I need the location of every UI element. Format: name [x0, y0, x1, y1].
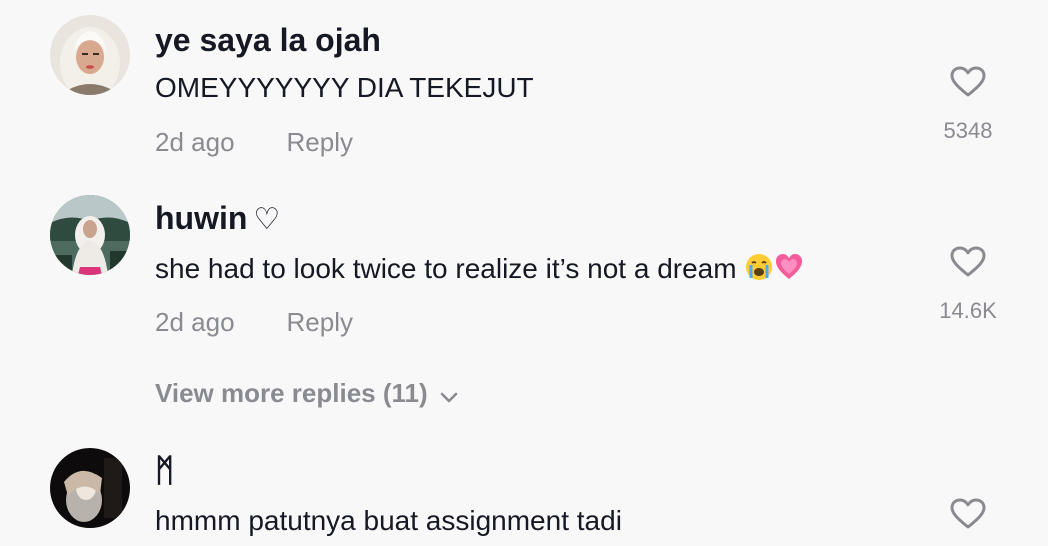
like-button[interactable]: 14.6K	[930, 246, 1006, 324]
view-more-label[interactable]: View more replies (11)	[155, 378, 428, 408]
like-count: 14.6K	[939, 298, 997, 323]
comment-username[interactable]: ye saya la ojah	[155, 22, 381, 59]
username-text[interactable]: ye saya la ojah	[155, 22, 381, 58]
like-button[interactable]: 5348	[930, 66, 1006, 144]
avatar[interactable]	[50, 448, 130, 528]
comment-text: hmmm patutnya buat assignment tadi	[155, 505, 622, 536]
username-decoration: ♡	[253, 203, 281, 236]
comment-text: she had to look twice to realize it’s no…	[155, 252, 804, 289]
heart-icon[interactable]	[950, 246, 986, 278]
like-count: 5348	[943, 118, 993, 143]
comment-username[interactable]: ᛗ	[155, 452, 174, 489]
heart-icon[interactable]	[950, 66, 986, 98]
comment-meta: 2d ago Reply	[155, 127, 353, 158]
comment-text: OMEYYYYYYY DIA TEKEJUT	[155, 72, 534, 103]
view-more-replies-button[interactable]: View more replies (11)	[155, 378, 458, 411]
comment-list: ye saya la ojah OMEYYYYYYY DIA TEKEJUT 2…	[0, 0, 1048, 546]
comment-meta: 2d ago Reply	[155, 307, 353, 338]
avatar-image	[50, 448, 130, 528]
username-text[interactable]: ᛗ	[155, 452, 174, 488]
avatar-image	[50, 195, 130, 275]
avatar[interactable]	[50, 15, 130, 95]
chevron-down-icon[interactable]	[440, 380, 458, 411]
reply-button[interactable]: Reply	[287, 307, 353, 337]
like-button[interactable]	[930, 498, 1006, 530]
comment-time: 2d ago	[155, 307, 235, 337]
username-text[interactable]: huwin	[155, 200, 247, 236]
reply-button[interactable]: Reply	[287, 127, 353, 157]
comment-username[interactable]: huwin ♡	[155, 200, 280, 237]
growing-heart-emoji	[774, 252, 804, 289]
comment-text-content: she had to look twice to realize it’s no…	[155, 252, 737, 284]
heart-icon[interactable]	[950, 498, 986, 530]
avatar[interactable]	[50, 195, 130, 275]
avatar-image	[50, 15, 130, 95]
comment-time: 2d ago	[155, 127, 235, 157]
loudly-crying-face-emoji	[744, 252, 774, 289]
